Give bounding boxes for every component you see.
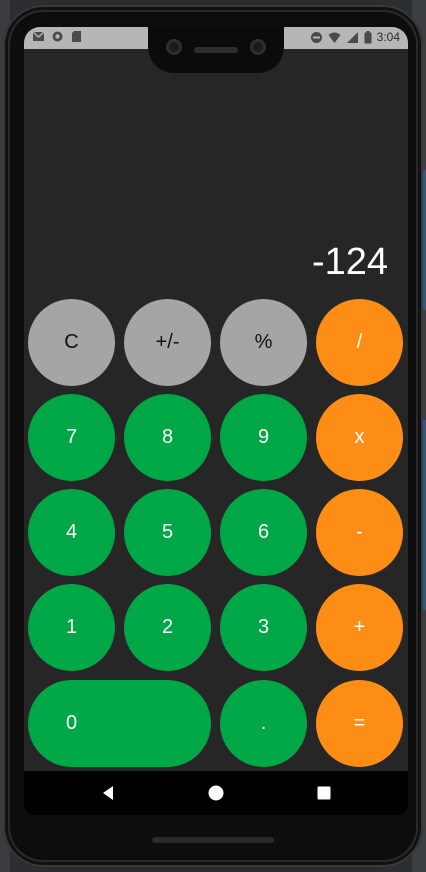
sd-card-icon — [72, 31, 81, 42]
divide-button[interactable]: / — [316, 299, 403, 386]
status-time: 3:04 — [376, 30, 400, 44]
front-camera-icon — [166, 39, 182, 55]
front-camera-icon — [250, 39, 266, 55]
digit-6-button[interactable]: 6 — [220, 489, 307, 576]
clear-button[interactable]: C — [28, 299, 115, 386]
battery-icon — [364, 30, 372, 43]
camera-notch — [148, 27, 284, 73]
phone-frame: 3:04 -124 C +/- % / 7 8 9 x 4 5 6 - 1 2 … — [3, 5, 423, 867]
digit-8-button[interactable]: 8 — [124, 394, 211, 481]
navigation-bar — [24, 771, 408, 815]
recents-icon[interactable] — [316, 785, 332, 801]
subtract-button[interactable]: - — [316, 489, 403, 576]
add-button[interactable]: + — [316, 584, 403, 671]
digit-5-button[interactable]: 5 — [124, 489, 211, 576]
percent-button[interactable]: % — [220, 299, 307, 386]
do-not-disturb-icon — [310, 31, 322, 43]
home-icon[interactable] — [208, 785, 224, 801]
multiply-button[interactable]: x — [316, 394, 403, 481]
decimal-button[interactable]: . — [220, 680, 307, 767]
digit-4-button[interactable]: 4 — [28, 489, 115, 576]
equals-button[interactable]: = — [316, 680, 403, 767]
record-icon — [52, 31, 63, 42]
sign-toggle-button[interactable]: +/- — [124, 299, 211, 386]
digit-2-button[interactable]: 2 — [124, 584, 211, 671]
calculator-display: -124 — [311, 241, 388, 283]
digit-1-button[interactable]: 1 — [28, 584, 115, 671]
keypad: C +/- % / 7 8 9 x 4 5 6 - 1 2 3 + 0 . = — [28, 299, 408, 775]
digit-7-button[interactable]: 7 — [28, 394, 115, 481]
phone-chin-bar — [152, 837, 274, 843]
gmail-icon — [32, 31, 45, 41]
cell-signal-icon — [346, 31, 358, 43]
earpiece-speaker — [194, 47, 238, 53]
digit-3-button[interactable]: 3 — [220, 584, 307, 671]
app-screen: 3:04 -124 C +/- % / 7 8 9 x 4 5 6 - 1 2 … — [24, 27, 408, 815]
digit-0-button[interactable]: 0 — [28, 680, 211, 767]
back-icon[interactable] — [100, 785, 116, 801]
digit-9-button[interactable]: 9 — [220, 394, 307, 481]
wifi-icon — [328, 32, 341, 43]
